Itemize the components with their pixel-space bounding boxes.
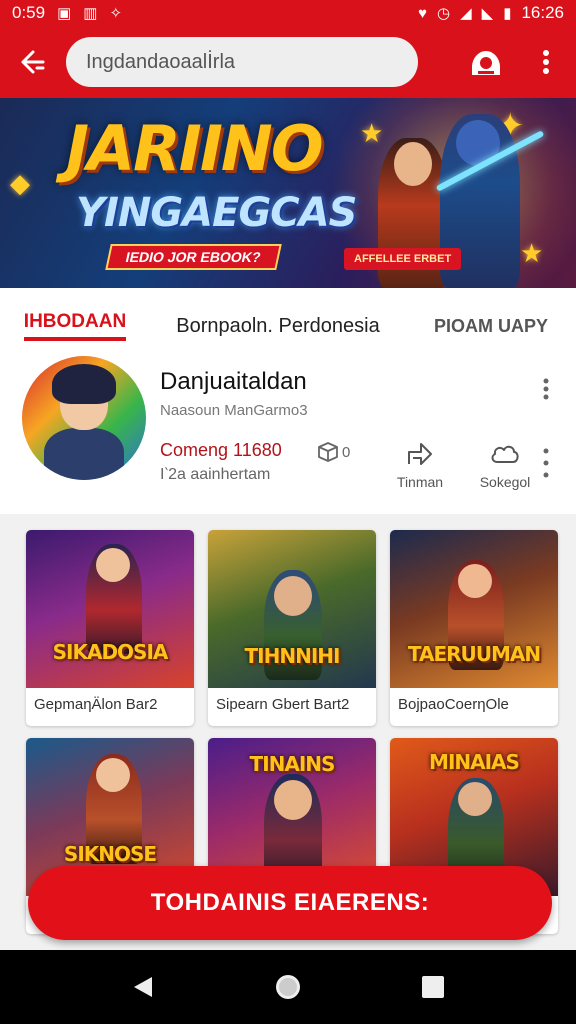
tab-bar: IHBODAAN Bornpaoln. Perdonesia PIOAM UAP…: [0, 288, 576, 364]
card-label: Sipearn Gbert Bart2: [216, 696, 350, 713]
share-label: Tinman: [396, 474, 444, 490]
screenshot-icon: ▣: [57, 4, 72, 22]
card-label: GepmaηÄlon Bar2: [34, 696, 158, 713]
recents-square-icon: [422, 976, 445, 998]
card-art: TIHNNIHI: [208, 530, 376, 688]
avatar[interactable]: [22, 356, 146, 480]
overflow-menu-button[interactable]: [516, 26, 576, 98]
actions-more-button[interactable]: [534, 448, 558, 478]
cloud-label: Sokegol: [479, 474, 531, 490]
wifi-icon: ◢: [460, 4, 472, 22]
tab-2-label: PIOAM UAPY: [433, 315, 548, 336]
hero-face-left: [394, 142, 432, 186]
system-nav-bar: [0, 950, 576, 1024]
signal-icon: ◣: [481, 4, 494, 22]
banner-subtitle: YINGAEGCAS: [76, 190, 357, 236]
star-icon: ★: [520, 238, 544, 268]
card-label: BojpaoCoerηOle: [398, 696, 509, 713]
tab-0-label: IHBODAAN: [23, 311, 127, 341]
banner-pill: AFFELLEE ERBET: [344, 248, 462, 270]
home-circle-icon: [275, 975, 300, 999]
game-card[interactable]: SIKADOSIA GepmaηÄlon Bar2: [26, 530, 194, 726]
promo-banner[interactable]: ◆ ★ ✦ ★ JARIINO YINGAEGCAS IEDIO JOR EBO…: [0, 98, 576, 288]
share-action[interactable]: Tinman: [390, 440, 450, 490]
banner-title: JARIINO: [66, 112, 324, 185]
star-icon: ★: [360, 118, 384, 148]
status-time-right: 16:26: [521, 3, 564, 22]
battery-icon: ▮: [503, 4, 512, 22]
art-face: [458, 564, 492, 598]
card-art: TAERUUMAN: [390, 530, 558, 688]
vibrate-icon: ♥: [418, 4, 427, 22]
art-face: [458, 782, 492, 816]
tab-1-label: Bornpaoln. Perdonesia: [176, 314, 380, 337]
box-icon: [318, 442, 338, 462]
status-time-left: 0:59: [12, 3, 46, 22]
alert-icon: ✧: [109, 4, 123, 22]
more-vert-icon: [543, 378, 549, 400]
profile-count: Comeng 11680: [160, 440, 282, 460]
card-title: MINAIAS: [429, 750, 520, 774]
game-card[interactable]: TIHNNIHI Sipearn Gbert Bart2: [208, 530, 376, 726]
alarm-icon: ◷: [437, 4, 451, 22]
avatar-hair: [52, 364, 116, 404]
nav-back-button[interactable]: [113, 957, 173, 1017]
art-face: [96, 758, 130, 792]
cloud-icon: [491, 445, 519, 463]
more-vert-icon: [543, 50, 549, 74]
card-art: SIKADOSIA: [26, 530, 194, 688]
box-count: 0: [342, 443, 351, 461]
banner-ribbon: IEDIO JOR EBOOK?: [105, 244, 282, 270]
profile-sub: I‵2a aainhertam: [160, 466, 271, 483]
toolbar: Ingdandaoaalİrla: [0, 26, 576, 98]
back-button[interactable]: [0, 26, 66, 98]
tab-2[interactable]: PIOAM UAPY: [406, 288, 576, 364]
profile-handle: Naasoun ManGarmo3: [160, 402, 308, 419]
status-bar: 0:59 ▣ ▥ ✧ ♥ ◷ ◢ ◣ ▮ 16:26: [0, 0, 576, 26]
back-arrow-icon: [21, 50, 45, 74]
cta-label: TOHDAINIS EIAERENS:: [150, 889, 430, 916]
card-title: TAERUUMAN: [407, 642, 541, 666]
user-icon: [472, 51, 500, 75]
art-face: [274, 576, 312, 616]
avatar-body: [44, 428, 124, 480]
card-title: SIKNOSE: [63, 842, 157, 866]
notification-icon: ▥: [83, 4, 98, 22]
card-title: TIHNNIHI: [244, 644, 341, 668]
tab-1[interactable]: Bornpaoln. Perdonesia: [150, 288, 406, 364]
box-counter[interactable]: 0: [316, 440, 350, 464]
card-title: TINAINS: [249, 752, 336, 776]
search-text: Ingdandaoaalİrla: [86, 50, 236, 73]
game-card[interactable]: TAERUUMAN BojpaoCoerηOle: [390, 530, 558, 726]
search-input[interactable]: Ingdandaoaalİrla: [66, 37, 418, 87]
art-face: [96, 548, 130, 582]
nav-home-button[interactable]: [258, 957, 318, 1017]
card-title: SIKADOSIA: [52, 640, 169, 664]
cta-button[interactable]: TOHDAINIS EIAERENS:: [28, 866, 552, 940]
star-icon: ◆: [10, 168, 30, 198]
back-triangle-icon: [133, 977, 152, 997]
nav-recents-button[interactable]: [403, 957, 463, 1017]
profile-name: Danjuaitaldan: [160, 368, 307, 395]
account-button[interactable]: [456, 26, 516, 98]
art-face: [274, 780, 312, 820]
profile-more-button[interactable]: [534, 374, 558, 404]
tab-0[interactable]: IHBODAAN: [0, 288, 150, 364]
cloud-action[interactable]: Sokegol: [470, 440, 540, 490]
share-icon: [408, 443, 432, 465]
more-vert-icon: [543, 448, 549, 478]
